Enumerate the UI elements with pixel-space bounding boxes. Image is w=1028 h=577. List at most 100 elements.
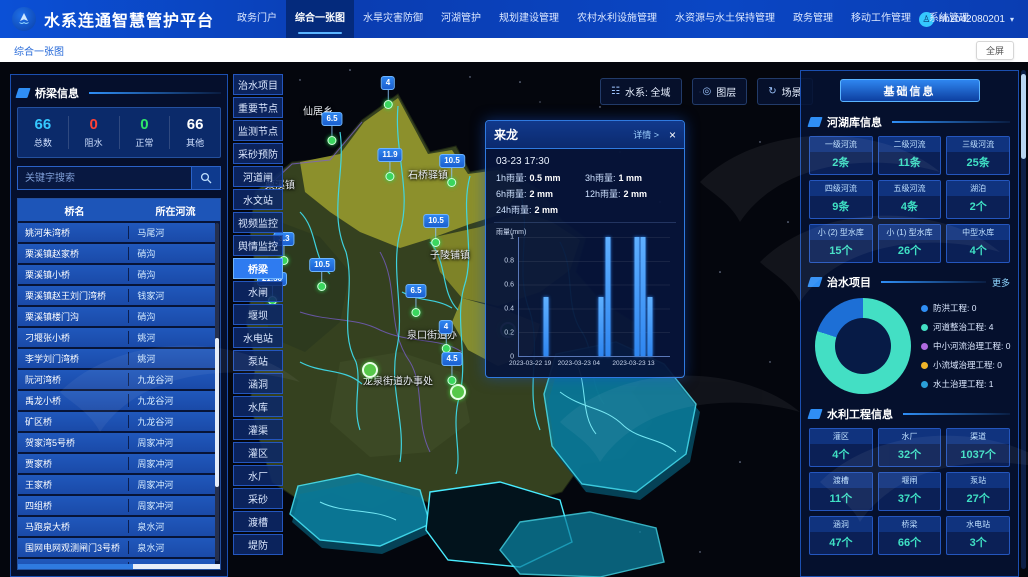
nav-item[interactable]: 水旱灾害防御 bbox=[354, 0, 432, 38]
nav-item[interactable]: 农村水利设施管理 bbox=[568, 0, 666, 38]
table-row[interactable]: 国网电网观测闸门3号桥 泉水河 bbox=[18, 538, 215, 557]
layer-menu-item[interactable]: 堰坝 bbox=[233, 304, 283, 325]
nav-item[interactable]: 规划建设管理 bbox=[490, 0, 568, 38]
table-row[interactable]: 姚河朱湾桥 马尾河 bbox=[18, 223, 215, 242]
bridge-stats: 66 总数 0 阻水 0 正常 66 其他 bbox=[17, 107, 221, 158]
popup-detail-link[interactable]: 详情 > bbox=[633, 128, 659, 141]
fullscreen-button[interactable]: 全屏 bbox=[976, 41, 1014, 60]
info-card[interactable]: 水厂 32个 bbox=[878, 428, 942, 467]
marker-value: 4 bbox=[439, 320, 453, 334]
map-marker[interactable]: 10.5 bbox=[423, 214, 449, 247]
layer-menu-item[interactable]: 监测节点 bbox=[233, 120, 283, 141]
layer-menu-item[interactable]: 水文站 bbox=[233, 189, 283, 210]
table-row[interactable]: 刁堰张小桥 姚河 bbox=[18, 328, 215, 347]
scrollbar-thumb[interactable] bbox=[1021, 74, 1026, 159]
info-card[interactable]: 四级河流 9条 bbox=[809, 180, 873, 219]
nav-item[interactable]: 政务管理 bbox=[784, 0, 842, 38]
layer-menu-item[interactable]: 涵洞 bbox=[233, 373, 283, 394]
layer-menu-item[interactable]: 河道闸 bbox=[233, 166, 283, 187]
nav-item[interactable]: 政务门户 bbox=[228, 0, 286, 38]
info-card[interactable]: 一级河流 2条 bbox=[809, 136, 873, 175]
info-card[interactable]: 二级河流 11条 bbox=[878, 136, 942, 175]
table-row[interactable]: 四组桥 周家冲河 bbox=[18, 496, 215, 515]
layer-menu-item[interactable]: 重要节点 bbox=[233, 97, 283, 118]
scrollbar-thumb[interactable] bbox=[215, 338, 219, 487]
layer-menu-item[interactable]: 采砂预防 bbox=[233, 143, 283, 164]
table-row[interactable]: 栗溪镇楼门沟 硝沟 bbox=[18, 307, 215, 326]
layer-menu-item[interactable]: 灌区 bbox=[233, 442, 283, 463]
info-card[interactable]: 小 (1) 型水库 26个 bbox=[878, 224, 942, 263]
station-icon[interactable] bbox=[450, 384, 466, 400]
info-card[interactable]: 水电站 3个 bbox=[946, 516, 1010, 555]
info-card[interactable]: 泵站 27个 bbox=[946, 472, 1010, 511]
layer-menu-item[interactable]: 水闸 bbox=[233, 281, 283, 302]
y-tick: 0.6 bbox=[504, 282, 514, 289]
table-row[interactable]: 栗溪镇赵家桥 硝沟 bbox=[18, 244, 215, 263]
table-row[interactable]: 贺家湾5号桥 周家冲河 bbox=[18, 433, 215, 452]
layer-menu-item[interactable]: 灌渠 bbox=[233, 419, 283, 440]
layer-menu-item[interactable]: 水厂 bbox=[233, 465, 283, 486]
layer-menu-item[interactable]: 视频监控 bbox=[233, 212, 283, 233]
layer-menu-item[interactable]: 采砂 bbox=[233, 488, 283, 509]
info-card[interactable]: 堰闸 37个 bbox=[878, 472, 942, 511]
layer-menu-item[interactable]: 水电站 bbox=[233, 327, 283, 348]
table-row[interactable]: 矿区桥 九龙谷河 bbox=[18, 412, 215, 431]
info-card[interactable]: 三级河流 25条 bbox=[946, 136, 1010, 175]
breadcrumb[interactable]: 综合一张图 bbox=[14, 43, 64, 58]
legend-item: 水土治理工程: 1 bbox=[921, 378, 1010, 390]
info-card[interactable]: 灌区 4个 bbox=[809, 428, 873, 467]
scrollbar-thumb[interactable] bbox=[18, 564, 133, 569]
nav-item[interactable]: 水资源与水土保持管理 bbox=[666, 0, 784, 38]
info-card[interactable]: 渠道 1037个 bbox=[946, 428, 1010, 467]
table-row[interactable]: 禹龙小桥 九龙谷河 bbox=[18, 391, 215, 410]
station-icon[interactable] bbox=[362, 362, 378, 378]
map-marker[interactable]: 4 bbox=[439, 320, 453, 353]
table-row[interactable]: 栗溪镇小桥 硝沟 bbox=[18, 265, 215, 284]
map-marker[interactable]: 6.5 bbox=[321, 112, 342, 145]
map-marker[interactable]: 4 bbox=[381, 76, 395, 109]
map-marker[interactable]: 10.5 bbox=[309, 258, 335, 291]
nav-item[interactable]: 移动工作管理 bbox=[842, 0, 920, 38]
search-input[interactable] bbox=[17, 166, 191, 190]
layer-menu-item[interactable]: 渡槽 bbox=[233, 511, 283, 532]
table-vertical-scrollbar[interactable] bbox=[215, 223, 219, 561]
close-icon[interactable]: × bbox=[669, 128, 676, 142]
table-row[interactable]: 贾家桥 周家冲河 bbox=[18, 454, 215, 473]
table-row[interactable]: 栗溪镇赵王刘门湾桥 钱家河 bbox=[18, 286, 215, 305]
info-card[interactable]: 桥梁 66个 bbox=[878, 516, 942, 555]
layer-menu-item[interactable]: 桥梁 bbox=[233, 258, 283, 279]
marker-dot bbox=[383, 100, 392, 109]
col-river-name: 所在河流 bbox=[131, 203, 220, 218]
table-horizontal-scrollbar[interactable] bbox=[18, 564, 220, 569]
layer-menu-item[interactable]: 舆情监控 bbox=[233, 235, 283, 256]
rain-chart-plot bbox=[518, 237, 670, 357]
map-control-button[interactable]: ◎ 图层 bbox=[692, 78, 748, 105]
table-row[interactable]: 阮河湾桥 九龙谷河 bbox=[18, 370, 215, 389]
info-card[interactable]: 中型水库 4个 bbox=[946, 224, 1010, 263]
info-card[interactable]: 渡槽 11个 bbox=[809, 472, 873, 511]
search-button[interactable] bbox=[191, 166, 221, 190]
map-marker[interactable]: 10.5 bbox=[439, 154, 465, 187]
map-marker[interactable]: 11.9 bbox=[377, 148, 402, 181]
table-row[interactable]: 王家桥 周家冲河 bbox=[18, 475, 215, 494]
layer-menu-item[interactable]: 泵站 bbox=[233, 350, 283, 371]
page-scrollbar[interactable] bbox=[1021, 70, 1026, 569]
nav-item[interactable]: 系统管理 bbox=[920, 0, 978, 38]
map-marker[interactable]: 6.5 bbox=[405, 284, 426, 317]
info-card[interactable]: 湖泊 2个 bbox=[946, 180, 1010, 219]
nav-item[interactable]: 综合一张图 bbox=[286, 0, 354, 38]
table-row[interactable]: 马跑泉大桥 泉水河 bbox=[18, 517, 215, 536]
info-card[interactable]: 五级河流 4条 bbox=[878, 180, 942, 219]
layer-menu-item[interactable]: 水库 bbox=[233, 396, 283, 417]
layer-menu-item[interactable]: 堤防 bbox=[233, 534, 283, 555]
more-link[interactable]: 更多 bbox=[992, 276, 1010, 289]
map-marker[interactable]: 4.5 bbox=[441, 352, 462, 385]
info-card[interactable]: 小 (2) 型水库 15个 bbox=[809, 224, 873, 263]
basic-info-button[interactable]: 基础信息 bbox=[840, 79, 980, 102]
map-control-button[interactable]: ☷ 水系: 全域 bbox=[600, 78, 682, 105]
nav-item[interactable]: 河湖管护 bbox=[432, 0, 490, 38]
layer-menu-item[interactable]: 治水项目 bbox=[233, 74, 283, 95]
marker-stem bbox=[451, 168, 452, 178]
info-card[interactable]: 涵洞 47个 bbox=[809, 516, 873, 555]
table-row[interactable]: 李学刘门湾桥 姚河 bbox=[18, 349, 215, 368]
